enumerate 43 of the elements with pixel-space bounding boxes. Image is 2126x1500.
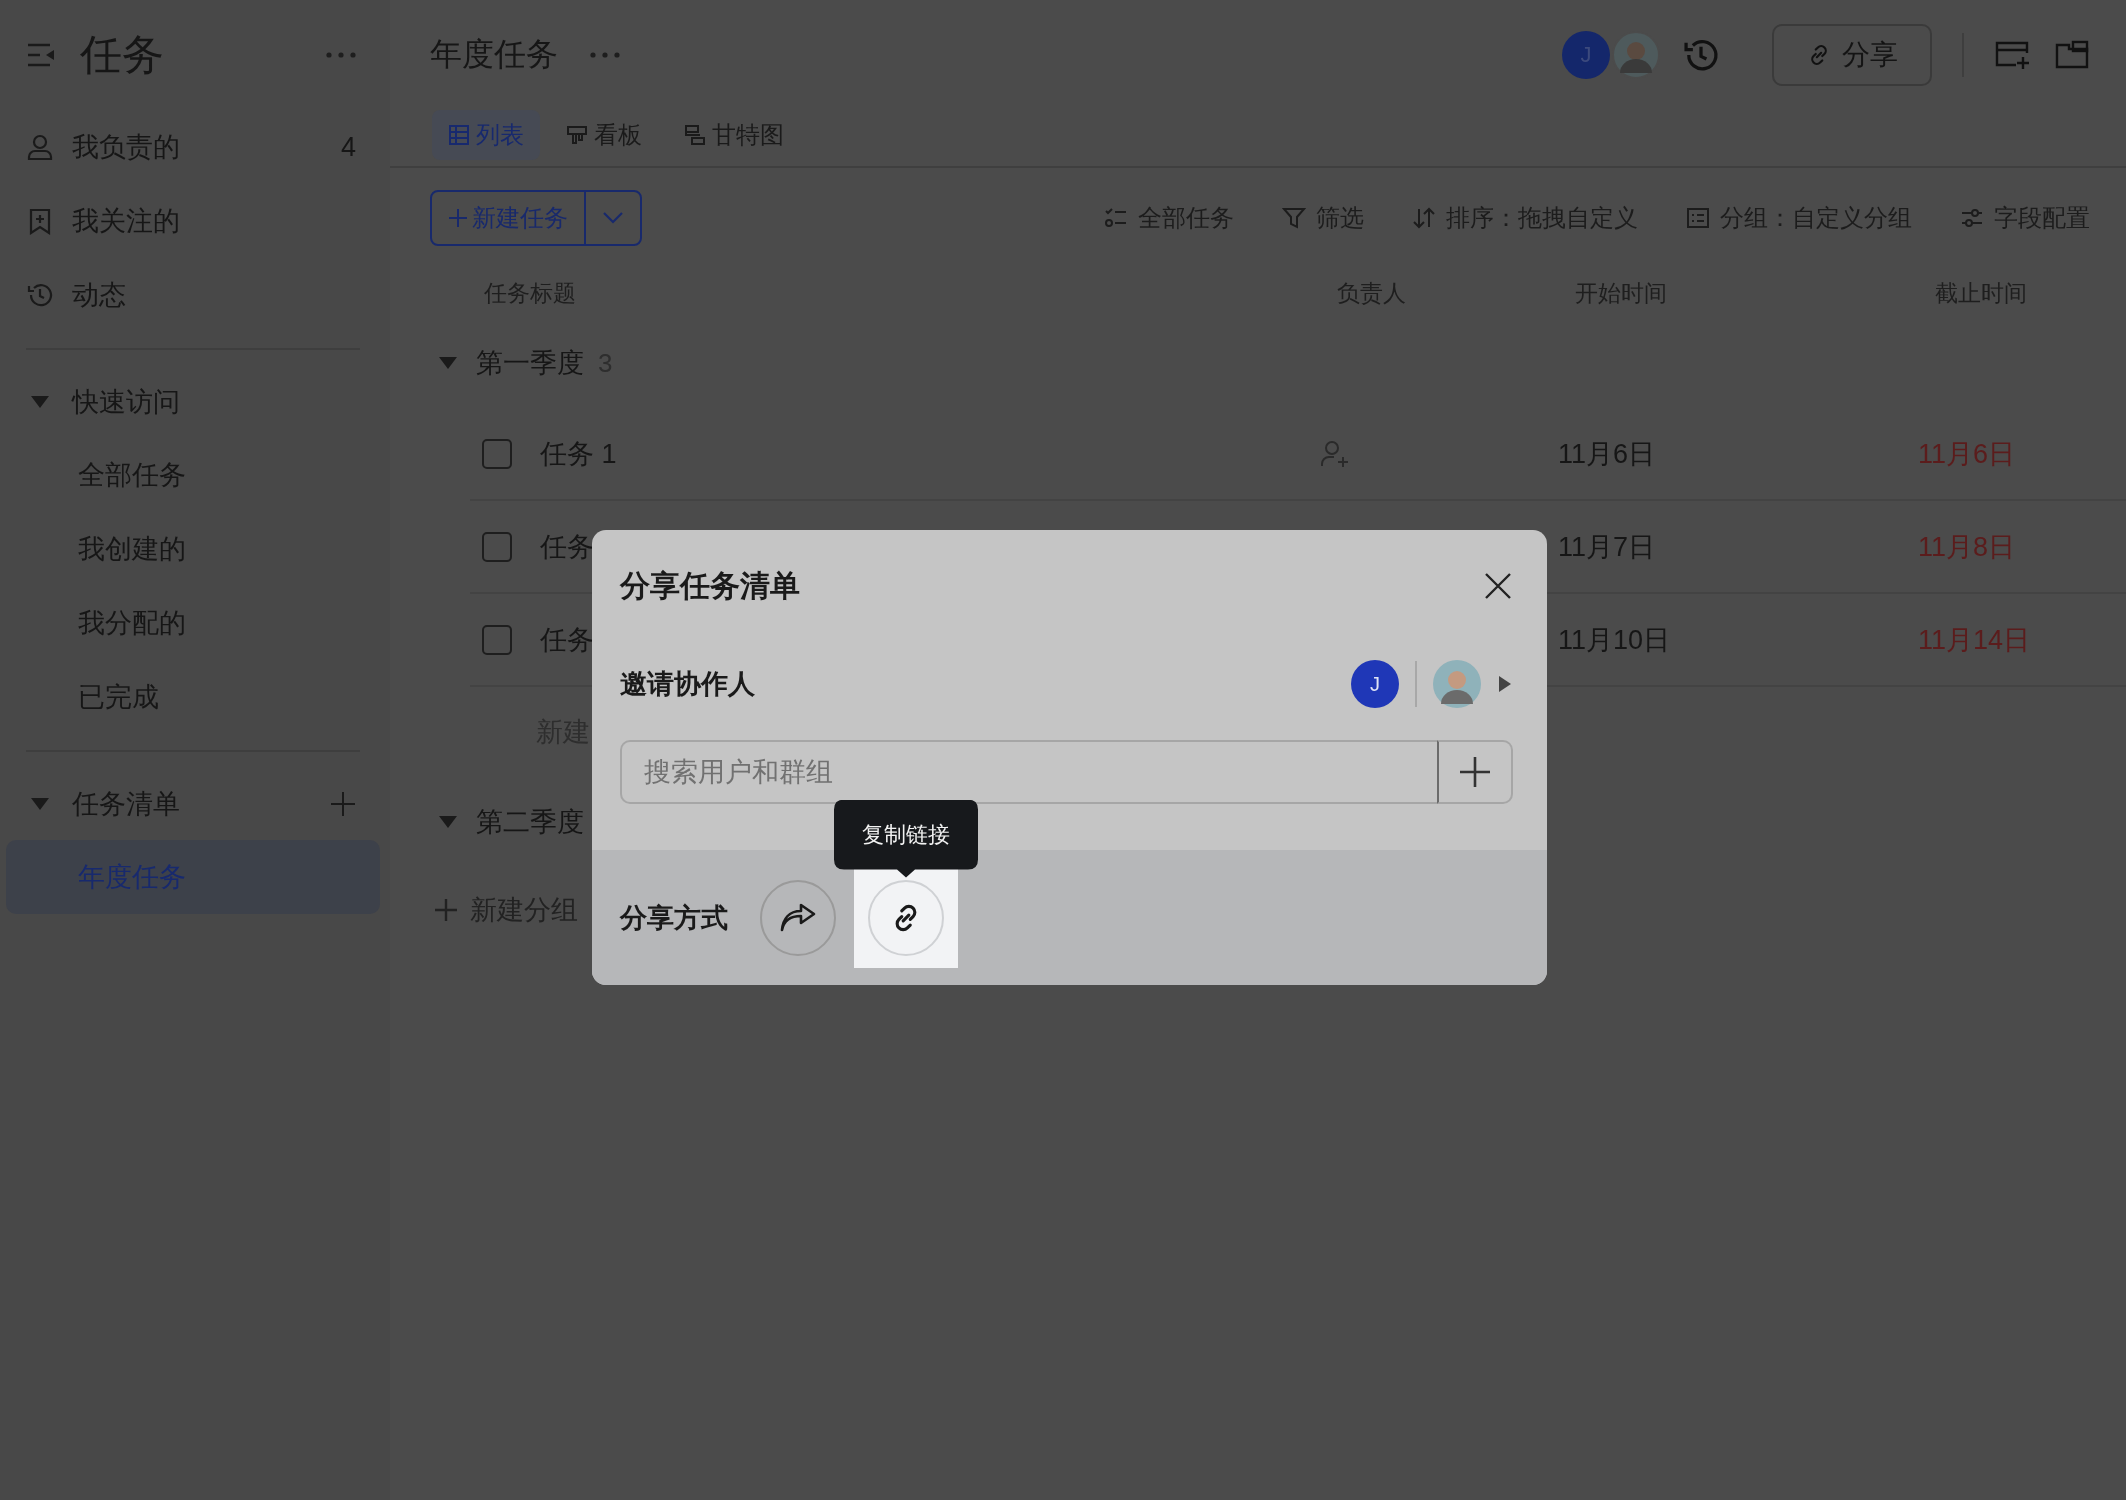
add-icon[interactable]	[330, 791, 356, 817]
add-window-icon[interactable]	[1994, 39, 2032, 71]
checklist-icon	[1104, 207, 1128, 229]
more-icon[interactable]	[326, 52, 356, 58]
collapse-caret-icon[interactable]	[438, 356, 458, 370]
chevron-down-icon	[602, 211, 624, 225]
collaborator-avatar[interactable]	[1433, 660, 1481, 708]
board-icon	[566, 124, 588, 146]
window-icon[interactable]	[2054, 39, 2090, 71]
collapse-caret-icon[interactable]	[30, 395, 50, 409]
dropdown-button[interactable]	[585, 190, 642, 246]
task-checkbox[interactable]	[482, 531, 512, 562]
history-icon	[26, 281, 54, 309]
more-icon[interactable]	[590, 52, 620, 58]
list-icon	[1686, 207, 1710, 229]
sort-icon	[1412, 207, 1436, 229]
invite-label: 邀请协作人	[620, 668, 755, 701]
collapse-caret-icon[interactable]	[438, 815, 458, 829]
filter-icon	[1282, 207, 1306, 229]
plus-icon	[434, 898, 458, 922]
user-avatar[interactable]	[1612, 31, 1660, 79]
close-icon[interactable]	[1483, 571, 1513, 601]
tooltip: 复制链接	[834, 799, 978, 878]
add-assignee-icon[interactable]	[1320, 438, 1350, 469]
add-button[interactable]	[1437, 740, 1513, 804]
collapse-caret-icon[interactable]	[30, 797, 50, 811]
search-field[interactable]: 搜索用户和群组	[620, 740, 1437, 804]
plus-icon	[448, 208, 468, 228]
task-checkbox[interactable]	[482, 624, 512, 655]
forward-arrow-icon	[779, 902, 817, 933]
table-icon	[448, 124, 470, 146]
copy-link-button[interactable]	[868, 879, 944, 956]
gantt-icon	[684, 124, 706, 146]
collaborator-avatar[interactable]: J	[1351, 660, 1399, 708]
collapse-menu-icon[interactable]	[26, 42, 56, 68]
dialog-title: 分享任务清单	[620, 567, 800, 604]
expand-arrow-icon[interactable]	[1497, 674, 1513, 694]
plus-icon	[1458, 755, 1492, 789]
sliders-icon	[1960, 207, 1984, 229]
forward-button[interactable]	[760, 879, 836, 956]
person-icon	[26, 133, 54, 161]
share-method-label: 分享方式	[620, 901, 728, 935]
task-checkbox[interactable]	[482, 438, 512, 469]
